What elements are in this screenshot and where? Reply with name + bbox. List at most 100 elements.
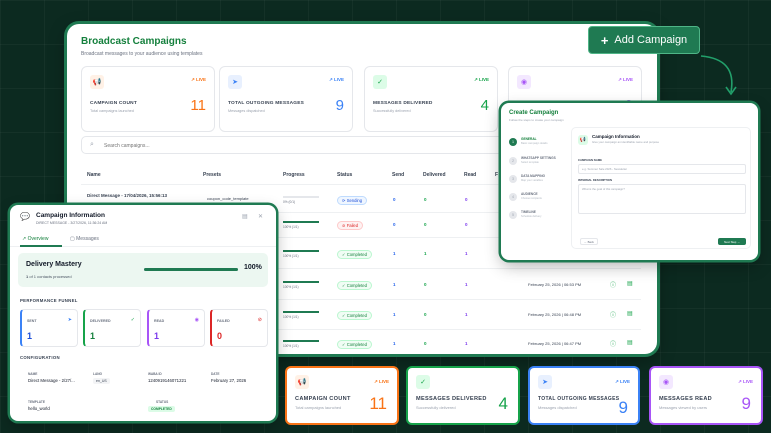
step-number: 2 xyxy=(509,157,517,165)
step-data-mapping[interactable]: 3 DATA MAPPING Map your variables xyxy=(509,173,569,189)
description-textarea[interactable]: What is the goal of this campaign? xyxy=(578,184,746,214)
read-count: 0 xyxy=(465,222,468,227)
stat-value: 11 xyxy=(369,394,387,413)
page-subtitle: Broadcast messages to your audience usin… xyxy=(81,51,203,57)
step-number: 4 xyxy=(509,193,517,201)
add-campaign-label: Add Campaign xyxy=(614,34,688,46)
config-name-label: NAME xyxy=(28,372,38,376)
info-icon[interactable]: ⓘ xyxy=(610,280,616,289)
stat-value: 4 xyxy=(498,394,508,413)
send-count: 0 xyxy=(393,197,396,202)
tab-messages[interactable]: ▢ Messages xyxy=(70,236,99,242)
eye-icon: ◉ xyxy=(517,75,531,89)
document-icon[interactable]: ▤ xyxy=(627,310,633,317)
step-whatsapp-settings[interactable]: 2 WHATSAPP SETTINGS Select template xyxy=(509,155,569,171)
failed-icon: ⊘ xyxy=(257,317,262,323)
add-campaign-button[interactable]: + Add Campaign xyxy=(588,26,700,54)
progress-bar xyxy=(283,340,319,342)
document-icon[interactable]: ▤ xyxy=(627,280,633,287)
delivered-count: 0 xyxy=(424,312,427,317)
config-waba-value: 1240919146071221 xyxy=(148,378,187,383)
send-icon: ➤ xyxy=(538,375,552,389)
stat-desc: Total campaigns launched xyxy=(90,109,134,113)
funnel-title: PERFORMANCE FUNNEL xyxy=(20,298,78,303)
col-header-send[interactable]: Send xyxy=(392,172,404,178)
info-icon[interactable]: ⓘ xyxy=(610,310,616,319)
config-waba-label: WABA ID xyxy=(148,372,162,376)
step-general[interactable]: 1 GENERAL Basic campaign details xyxy=(509,136,569,152)
send-count: 1 xyxy=(393,312,396,317)
progress-label: 0% (0/1) xyxy=(283,200,296,204)
step-label: DATA MAPPING xyxy=(521,174,546,178)
live-badge: ↗ LIVE xyxy=(373,379,389,384)
funnel-label: DELIVERED xyxy=(90,319,111,323)
col-header-read[interactable]: Read xyxy=(464,172,476,178)
config-status-label: STATUS xyxy=(156,400,169,404)
progress-label: 100% (1/1) xyxy=(283,315,299,319)
step-audience[interactable]: 4 AUDIENCE Choose recipients xyxy=(509,191,569,207)
active-tab-indicator xyxy=(20,245,62,247)
float-card-read: ◉ ↗ LIVE MESSAGES READ Messages viewed b… xyxy=(651,368,761,423)
stat-value: 9 xyxy=(618,398,628,417)
info-icon[interactable]: ⓘ xyxy=(610,339,616,348)
progress-bar xyxy=(283,250,319,252)
live-badge: ↗ LIVE xyxy=(614,379,630,384)
funnel-value: 1 xyxy=(27,331,33,341)
live-badge: ↗ LIVE xyxy=(617,77,633,82)
delivered-count: 0 xyxy=(424,197,427,202)
delivered-count: 0 xyxy=(424,282,427,287)
delivered-count: 1 xyxy=(424,251,427,256)
stat-value: 9 xyxy=(335,97,344,114)
campaign-name-input[interactable]: e.g. Summer Sale 2026 - Newsletter xyxy=(578,164,746,174)
back-button[interactable]: ← Back xyxy=(580,238,598,245)
row-date: February 25, 2026 | 06:48 PM xyxy=(528,312,582,317)
col-header-failed[interactable]: F xyxy=(495,172,498,178)
tab-overview[interactable]: ↗ Overview xyxy=(22,236,48,242)
progress-bar xyxy=(283,311,319,313)
stat-desc: Total campaigns launched xyxy=(295,405,342,410)
col-header-status[interactable]: Status xyxy=(337,172,352,178)
config-status-value: COMPLETED xyxy=(148,406,175,412)
close-icon[interactable]: ✕ xyxy=(258,213,263,220)
stat-value: 11 xyxy=(190,97,206,114)
config-date-label: DATE xyxy=(211,372,220,376)
progress-label: 100% (1/1) xyxy=(283,344,299,348)
step-timeline[interactable]: 5 TIMELINE Schedule delivery xyxy=(509,209,569,225)
float-card-outgoing: ➤ ↗ LIVE TOTAL OUTGOING MESSAGES Message… xyxy=(530,368,638,423)
delivery-progress-bar xyxy=(144,268,238,271)
col-header-presets[interactable]: Presets xyxy=(203,172,221,178)
step-label: GENERAL xyxy=(521,137,537,141)
description-label: INTERNAL DESCRIPTION xyxy=(578,178,612,182)
col-header-name[interactable]: Name xyxy=(87,172,101,178)
read-count: 1 xyxy=(465,341,468,346)
search-input[interactable] xyxy=(104,140,404,151)
col-header-delivered[interactable]: Delivered xyxy=(423,172,446,178)
step-desc: Schedule delivery xyxy=(521,215,542,218)
delivery-percent: 100% xyxy=(244,264,262,271)
funnel-card-read: READ ◉ 1 xyxy=(147,309,205,347)
config-lang-label: LANG xyxy=(93,372,103,376)
col-header-progress[interactable]: Progress xyxy=(283,172,305,178)
float-card-campaign-count: 📢 ↗ LIVE CAMPAIGN COUNT Total campaigns … xyxy=(287,368,397,423)
stat-label: CAMPAIGN COUNT xyxy=(90,101,137,106)
next-step-button[interactable]: Next Step → xyxy=(718,238,746,245)
row-date: February 25, 2026 | 06:47 PM xyxy=(528,341,582,346)
search-box: ⌕ xyxy=(81,136,551,154)
stat-desc: Messages dispatched xyxy=(228,109,265,113)
stat-label: CAMPAIGN COUNT xyxy=(295,396,351,402)
stat-card-campaign-count: 📢 ↗ LIVE CAMPAIGN COUNT Total campaigns … xyxy=(81,66,215,132)
delivery-subtext: 1 of 1 contacts processed xyxy=(26,274,72,279)
stat-desc: Messages viewed by users xyxy=(659,405,708,410)
row-name: Direct Message - 17/04/2026, 15:56:13 xyxy=(87,193,168,198)
status-badge: ✓ Completed xyxy=(337,340,372,349)
read-count: 1 xyxy=(465,282,468,287)
progress-label: 100% (1/1) xyxy=(283,254,299,258)
config-date-value: February 27, 2026 xyxy=(211,378,247,383)
search-icon: ⌕ xyxy=(90,141,94,148)
export-icon[interactable]: ▤ xyxy=(242,213,248,220)
funnel-value: 0 xyxy=(217,331,223,341)
page-title: Broadcast Campaigns xyxy=(81,36,187,47)
funnel-card-delivered: DELIVERED ✓ 1 xyxy=(83,309,141,347)
document-icon[interactable]: ▤ xyxy=(627,339,633,346)
stat-label: TOTAL OUTGOING MESSAGES xyxy=(538,396,620,402)
